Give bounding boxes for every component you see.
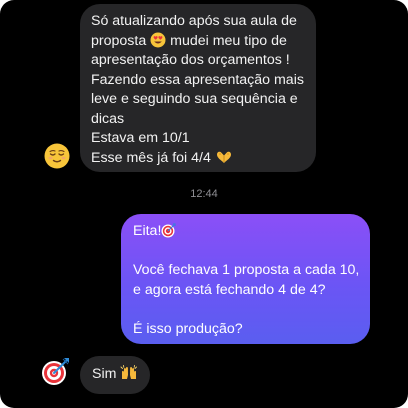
relieved-face-avatar-icon[interactable] [44,143,70,169]
message-text: Sim [92,366,117,382]
message-text: proposta [91,32,147,49]
message-line-with-emoji: proposta mudei meu tipo de [91,32,306,52]
message-line: dicas [91,110,125,127]
message-line: É isso produção? [133,320,243,337]
bullseye-icon [161,223,176,238]
message-line: Fazendo essa apresentação mais [91,71,304,88]
raising-hands-icon [120,365,138,379]
reply-message-bubble[interactable]: Sim [80,356,150,394]
outgoing-message-bubble[interactable]: Eita! Você fechava 1 proposta a cada 10,… [121,214,370,344]
message-line: Estava em 10/1 [91,130,190,146]
message-line: Você fechava 1 proposta a cada 10, [133,262,360,278]
message-line: leve e seguindo sua sequência e [91,91,298,107]
message-line-with-emoji: Esse mês já foi 4/4 [91,149,306,169]
incoming-message-bubble[interactable]: Só atualizando após sua aula de proposta… [80,4,316,172]
message-line: Só atualizando após sua aula de [91,13,297,29]
heart-eyes-icon [150,32,166,47]
message-text: Eita! [133,223,162,239]
message-timestamp: 12:44 [190,188,218,200]
bullseye-dart-avatar-icon[interactable] [40,355,72,387]
heart-hands-icon [216,151,231,163]
message-line-with-emoji: Eita! [133,222,358,242]
chat-screen: Só atualizando após sua aula de proposta… [0,0,408,408]
message-text: mudei meu tipo de [170,32,287,49]
message-text: Esse mês já foi 4/4 [91,149,211,166]
message-line: e agora está fechando 4 de 4? [133,281,326,298]
message-line: apresentação dos orçamentos ! [91,52,290,68]
